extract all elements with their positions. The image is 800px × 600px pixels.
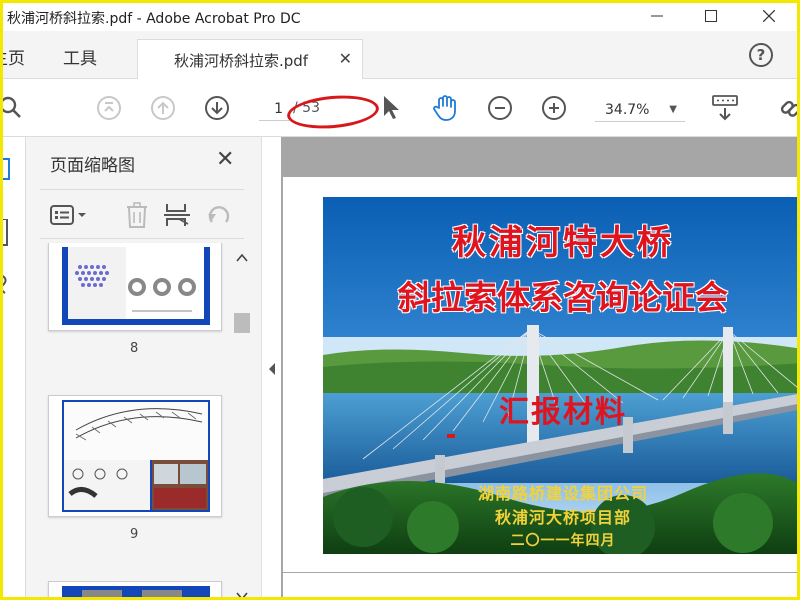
zoom-in-button[interactable]: [540, 94, 568, 122]
keyboard-scroll-icon: [712, 95, 738, 121]
previous-page-button[interactable]: [149, 94, 177, 122]
thumbnail-page-label: 9: [130, 527, 139, 542]
minimize-button[interactable]: [637, 3, 677, 29]
thumbnail-toolbar: [40, 189, 244, 239]
slide-org-line2: 秋浦河大桥项目部: [494, 508, 631, 527]
share-link-button[interactable]: [777, 94, 797, 122]
delete-page-button[interactable]: [124, 202, 150, 228]
close-panel-icon[interactable]: ✕: [216, 147, 234, 172]
document-view[interactable]: 秋浦河特大桥 斜拉索体系咨询论证会 汇报材料 湖南路桥建设集团公司 秋浦河大桥项…: [281, 137, 797, 597]
thumbnail-options-button[interactable]: [50, 202, 92, 228]
first-page-button[interactable]: [95, 94, 123, 122]
chevron-down-icon: ▼: [669, 104, 677, 115]
help-icon[interactable]: ?: [749, 43, 773, 67]
arrow-up-icon: [151, 96, 175, 120]
page-9-preview: [62, 400, 210, 512]
paperclip-icon: [3, 275, 7, 294]
cover-slide: 秋浦河特大桥 斜拉索体系咨询论证会 汇报材料 湖南路桥建设集团公司 秋浦河大桥项…: [323, 197, 797, 554]
slide-title-line1: 秋浦河特大桥: [452, 223, 674, 263]
tab-document[interactable]: 秋浦河桥斜拉索.pdf ✕: [137, 39, 363, 79]
search-button[interactable]: [3, 94, 27, 122]
tab-home[interactable]: 主页: [3, 44, 25, 69]
zoom-select[interactable]: 34.7% ▼: [595, 98, 685, 122]
pdf-page: 秋浦河特大桥 斜拉索体系咨询论证会 汇报材料 湖南路桥建设集团公司 秋浦河大桥项…: [283, 177, 797, 572]
close-tab-icon[interactable]: ✕: [339, 49, 352, 68]
trash-icon: [127, 202, 147, 228]
maximize-icon: [705, 10, 717, 22]
title-bar: 秋浦河桥斜拉索.pdf - Adobe Acrobat Pro DC: [3, 3, 797, 31]
navigation-rail: [3, 137, 25, 597]
search-icon: [3, 96, 21, 118]
page-number-input[interactable]: 1: [259, 97, 289, 121]
bookmarks-nav-button[interactable]: [3, 218, 9, 251]
rotate-page-button[interactable]: [206, 202, 232, 228]
first-page-icon: [97, 96, 121, 120]
zoom-value: 34.7%: [605, 102, 650, 118]
slide-org-line1: 湖南路桥建设集团公司: [477, 484, 648, 503]
tab-tools[interactable]: 工具: [63, 44, 97, 69]
page-thumbnail-8[interactable]: [48, 243, 222, 331]
page-thumbnail-10[interactable]: [48, 581, 222, 597]
page-thumbnails-panel: 页面缩略图 ✕ 8 9: [25, 137, 261, 597]
document-tab-label: 秋浦河桥斜拉索.pdf: [174, 52, 309, 70]
cursor-arrow-icon: [384, 96, 399, 119]
thumbnail-page-label: 8: [130, 341, 139, 356]
slide-subtitle: 汇报材料: [499, 395, 627, 430]
chevron-left-icon: [269, 363, 275, 375]
bookmark-icon: [3, 218, 8, 246]
page-thumbnails-nav-button[interactable]: [3, 157, 13, 185]
panel-title: 页面缩略图: [50, 156, 135, 176]
zoom-out-button[interactable]: [486, 94, 514, 122]
insert-page-button[interactable]: [164, 202, 190, 228]
highlight-oval-annotation: [285, 92, 381, 132]
scrolling-mode-button[interactable]: [711, 94, 739, 122]
tab-bar: 主页 工具 秋浦河桥斜拉索.pdf ✕ ?: [3, 31, 797, 79]
thumbnail-scrollbar[interactable]: [232, 251, 252, 597]
zoom-out-icon: [488, 96, 512, 120]
slide-title-line2: 斜拉索体系咨询论证会: [398, 278, 728, 317]
arrow-down-icon: [205, 96, 229, 120]
rotate-icon: [208, 206, 230, 223]
maximize-button[interactable]: [691, 3, 731, 29]
link-icon: [780, 100, 797, 117]
select-tool-button[interactable]: [377, 94, 405, 122]
next-page-button[interactable]: [203, 94, 231, 122]
page-thumbnails-icon: [3, 158, 10, 180]
acrobat-window: 秋浦河桥斜拉索.pdf - Adobe Acrobat Pro DC 主页 工具…: [0, 0, 800, 600]
insert-page-icon: [164, 204, 190, 226]
options-menu-icon: [50, 205, 86, 225]
minimize-icon: [651, 15, 663, 17]
close-icon: [763, 10, 775, 22]
close-window-button[interactable]: [749, 3, 789, 29]
attachments-nav-button[interactable]: [3, 273, 11, 301]
hand-tool-button[interactable]: [431, 94, 459, 122]
window-title: 秋浦河桥斜拉索.pdf - Adobe Acrobat Pro DC: [7, 11, 301, 27]
slide-date: 二〇一一年四月: [510, 533, 616, 549]
toolbar: 1 / 53 34.7% ▼: [3, 79, 797, 137]
page-10-preview: [62, 586, 210, 597]
hand-icon: [433, 95, 456, 121]
panel-collapse-handle[interactable]: [261, 137, 281, 597]
zoom-in-icon: [542, 96, 566, 120]
page-8-preview: [62, 247, 210, 325]
pdf-page-next: [283, 573, 797, 597]
scrollbar-track: [234, 253, 250, 597]
page-thumbnail-9[interactable]: [48, 395, 222, 517]
